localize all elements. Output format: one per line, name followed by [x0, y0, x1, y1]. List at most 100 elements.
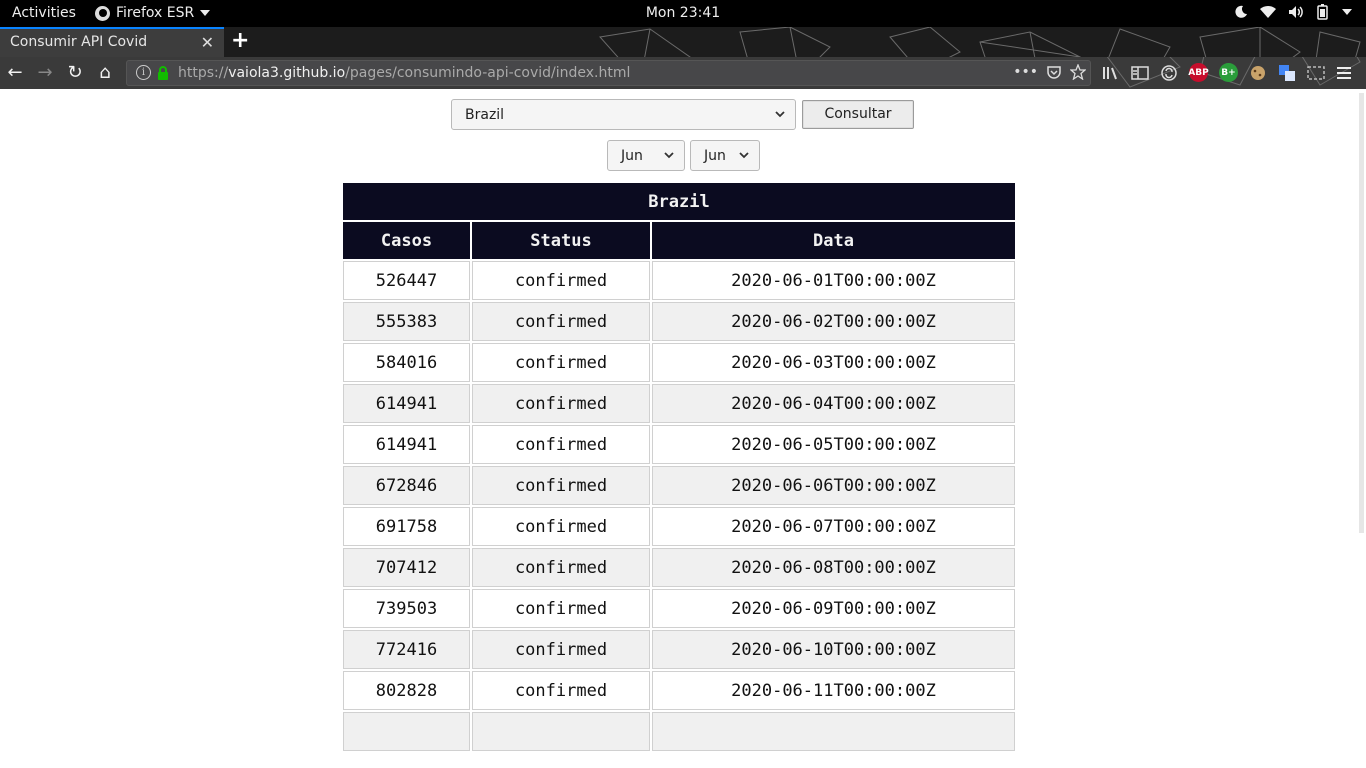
table-row: 614941 confirmed 2020-06-04T00:00:00Z	[343, 384, 1015, 423]
cell-casos: 526447	[343, 261, 470, 300]
app-name: Firefox ESR	[116, 5, 195, 21]
cell-casos: 739503	[343, 589, 470, 628]
site-info-icon[interactable]: i	[136, 65, 151, 80]
chevron-down-icon	[775, 111, 785, 118]
column-header-data: Data	[652, 222, 1015, 259]
sync-icon[interactable]	[1160, 64, 1178, 82]
cell-data: 2020-06-01T00:00:00Z	[652, 261, 1015, 300]
url-bar[interactable]: i https://vaiola3.github.io/pages/consum…	[126, 60, 1091, 86]
url-host: vaiola3.github.io	[228, 65, 346, 81]
cell-casos: 614941	[343, 425, 470, 464]
table-row: 739503 confirmed 2020-06-09T00:00:00Z	[343, 589, 1015, 628]
cell-status: confirmed	[472, 589, 650, 628]
cell-data: 2020-06-11T00:00:00Z	[652, 671, 1015, 710]
chevron-down-icon	[664, 152, 674, 159]
cell-status: confirmed	[472, 548, 650, 587]
home-icon[interactable]: ⌂	[94, 62, 116, 84]
cell-casos: 691758	[343, 507, 470, 546]
cell-casos: 772416	[343, 630, 470, 669]
close-tab-icon[interactable]: ✕	[201, 33, 214, 52]
cell-data: 2020-06-07T00:00:00Z	[652, 507, 1015, 546]
cell-casos: 555383	[343, 302, 470, 341]
back-arrow-icon[interactable]: ←	[4, 62, 26, 84]
table-row: 802828 confirmed 2020-06-11T00:00:00Z	[343, 671, 1015, 710]
sidebar-icon[interactable]	[1131, 65, 1149, 81]
extension-b-icon[interactable]: B+	[1219, 63, 1238, 82]
cell-status: confirmed	[472, 671, 650, 710]
scrollbar-thumb[interactable]	[1359, 93, 1364, 533]
hamburger-menu-icon[interactable]	[1336, 66, 1352, 80]
chevron-down-icon	[200, 10, 211, 16]
navigation-toolbar: ← → ↻ ⌂ i https://vaiola3.github.io/page…	[0, 57, 1366, 89]
activities-button[interactable]: Activities	[12, 5, 76, 21]
cell-status: confirmed	[472, 507, 650, 546]
url-text[interactable]: https://vaiola3.github.io/pages/consumin…	[178, 65, 630, 81]
forward-arrow-icon[interactable]: →	[34, 62, 56, 84]
cell-casos	[343, 712, 470, 751]
cell-data: 2020-06-06T00:00:00Z	[652, 466, 1015, 505]
table-row: 526447 confirmed 2020-06-01T00:00:00Z	[343, 261, 1015, 300]
cell-status: confirmed	[472, 343, 650, 382]
cell-casos: 802828	[343, 671, 470, 710]
cell-casos: 672846	[343, 466, 470, 505]
country-select-value: Brazil	[465, 107, 505, 123]
tab-title: Consumir API Covid	[10, 34, 148, 50]
country-select[interactable]: Brazil	[451, 99, 796, 130]
url-scheme: https://	[178, 65, 229, 81]
wifi-icon	[1260, 5, 1276, 19]
theme-pattern	[599, 27, 1361, 57]
system-menu-icon	[1342, 9, 1352, 15]
table-row	[343, 712, 1015, 751]
extensions-toolbar: ABP B+	[1102, 63, 1352, 82]
cell-status: confirmed	[472, 302, 650, 341]
cell-status: confirmed	[472, 384, 650, 423]
cell-casos: 707412	[343, 548, 470, 587]
month-from-select[interactable]: Jun	[607, 140, 685, 171]
table-row: 707412 confirmed 2020-06-08T00:00:00Z	[343, 548, 1015, 587]
cell-data: 2020-06-10T00:00:00Z	[652, 630, 1015, 669]
battery-icon	[1317, 4, 1328, 20]
system-top-bar: Activities Firefox ESR Mon 23:41	[0, 0, 1366, 27]
column-header-casos: Casos	[343, 222, 470, 259]
adblock-plus-icon[interactable]: ABP	[1188, 63, 1209, 82]
cell-casos: 614941	[343, 384, 470, 423]
page-content: Brazil Consultar Jun Jun Brazil Casos St…	[0, 89, 1366, 768]
volume-icon	[1289, 6, 1303, 18]
lock-icon[interactable]	[157, 66, 169, 80]
cell-status	[472, 712, 650, 751]
table-body: 526447 confirmed 2020-06-01T00:00:00Z 55538…	[343, 261, 1015, 751]
covid-data-table: Brazil Casos Status Data 526447 confirmed…	[341, 181, 1017, 753]
system-tray[interactable]	[1234, 4, 1352, 20]
column-header-status: Status	[472, 222, 650, 259]
tab-active[interactable]: Consumir API Covid ✕	[0, 27, 224, 57]
new-tab-button[interactable]: +	[231, 28, 249, 53]
app-menu[interactable]: Firefox ESR	[95, 5, 211, 21]
pocket-icon[interactable]	[1046, 64, 1062, 80]
table-row: 772416 confirmed 2020-06-10T00:00:00Z	[343, 630, 1015, 669]
extension-cookie-icon[interactable]	[1249, 64, 1267, 82]
night-light-icon	[1235, 5, 1247, 18]
firefox-icon	[95, 5, 110, 21]
cell-data: 2020-06-05T00:00:00Z	[652, 425, 1015, 464]
table-row: 672846 confirmed 2020-06-06T00:00:00Z	[343, 466, 1015, 505]
tab-strip: Consumir API Covid ✕ +	[0, 27, 1366, 57]
translate-icon[interactable]	[1278, 64, 1296, 82]
cell-status: confirmed	[472, 630, 650, 669]
bookmark-star-icon[interactable]	[1070, 64, 1086, 80]
table-row: 584016 confirmed 2020-06-03T00:00:00Z	[343, 343, 1015, 382]
table-caption: Brazil	[343, 183, 1015, 220]
screenshot-icon[interactable]	[1307, 65, 1325, 81]
cell-data: 2020-06-02T00:00:00Z	[652, 302, 1015, 341]
cell-data	[652, 712, 1015, 751]
month-from-value: Jun	[621, 148, 643, 164]
table-row: 555383 confirmed 2020-06-02T00:00:00Z	[343, 302, 1015, 341]
month-to-value: Jun	[704, 148, 726, 164]
reload-icon[interactable]: ↻	[64, 62, 86, 84]
library-icon[interactable]	[1102, 65, 1120, 81]
page-actions-icon[interactable]: •••	[1013, 64, 1038, 80]
consultar-button[interactable]: Consultar	[802, 100, 914, 129]
url-path: /pages/consumindo-api-covid/index.html	[345, 65, 631, 81]
month-to-select[interactable]: Jun	[690, 140, 760, 171]
cell-status: confirmed	[472, 425, 650, 464]
chevron-down-icon	[739, 152, 749, 159]
